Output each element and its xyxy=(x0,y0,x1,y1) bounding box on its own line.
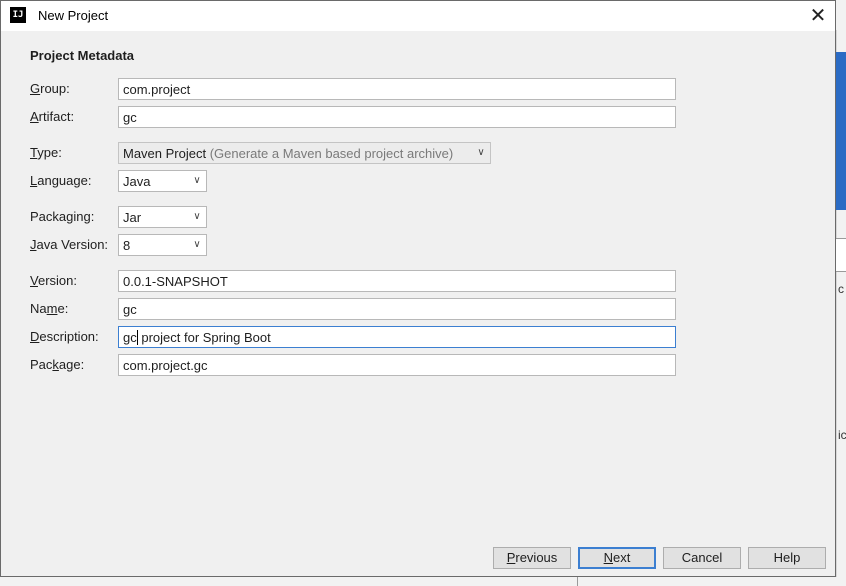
language-value: Java xyxy=(123,174,151,189)
intellij-icon: IJ xyxy=(10,7,26,23)
background-bottom-bar xyxy=(0,577,846,586)
package-field[interactable]: com.project.gc xyxy=(118,354,676,376)
description-text-after-caret: project for Spring Boot xyxy=(137,330,271,345)
close-icon: ✕ xyxy=(809,5,827,27)
chevron-down-icon: ∨ xyxy=(477,147,485,158)
language-select[interactable]: Java ∨ xyxy=(118,170,207,192)
background-accent-block xyxy=(836,52,846,210)
packaging-value: Jar xyxy=(123,210,142,225)
java-version-select[interactable]: 8 ∨ xyxy=(118,234,207,256)
packaging-select[interactable]: Jar ∨ xyxy=(118,206,207,228)
dialog-content: Project Metadata Group: com.project Arti… xyxy=(1,31,835,576)
name-label: Name: xyxy=(30,301,69,316)
group-field[interactable]: com.project xyxy=(118,78,676,100)
name-field[interactable]: gc xyxy=(118,298,676,320)
new-project-dialog: IJ New Project ✕ Project Metadata Group:… xyxy=(0,0,836,577)
artifact-label: Artifact: xyxy=(30,109,75,124)
title-bar[interactable]: IJ New Project ✕ xyxy=(1,1,835,31)
chevron-down-icon: ∨ xyxy=(193,211,201,222)
artifact-field[interactable]: gc xyxy=(118,106,676,128)
next-button[interactable]: Next xyxy=(578,547,656,569)
background-right-char: c xyxy=(838,282,844,296)
type-label: Type: xyxy=(30,145,62,160)
java-version-label: Java Version: xyxy=(30,237,109,252)
group-label: Group: xyxy=(30,81,70,96)
type-value: Maven Project xyxy=(123,146,207,161)
version-label: Version: xyxy=(30,273,77,288)
type-select[interactable]: Maven Project (Generate a Maven based pr… xyxy=(118,142,491,164)
background-right-char: ic xyxy=(838,428,846,442)
window-title: New Project xyxy=(38,8,109,23)
chevron-down-icon: ∨ xyxy=(193,175,201,186)
description-field[interactable]: gc project for Spring Boot xyxy=(118,326,676,348)
previous-button[interactable]: Previous xyxy=(493,547,571,569)
type-hint: (Generate a Maven based project archive) xyxy=(209,146,454,161)
background-divider xyxy=(577,577,578,586)
package-label: Package: xyxy=(30,357,85,372)
description-text-before-caret: gc xyxy=(123,330,137,345)
description-label: Description: xyxy=(30,329,99,344)
packaging-label: Packaging: xyxy=(30,209,95,224)
cancel-button[interactable]: Cancel xyxy=(663,547,741,569)
help-button[interactable]: Help xyxy=(748,547,826,569)
close-button[interactable]: ✕ xyxy=(801,1,835,31)
background-field xyxy=(836,238,846,272)
java-version-value: 8 xyxy=(123,238,131,253)
section-title: Project Metadata xyxy=(30,48,135,63)
language-label: Language: xyxy=(30,173,92,188)
chevron-down-icon: ∨ xyxy=(193,239,201,250)
version-field[interactable]: 0.0.1-SNAPSHOT xyxy=(118,270,676,292)
